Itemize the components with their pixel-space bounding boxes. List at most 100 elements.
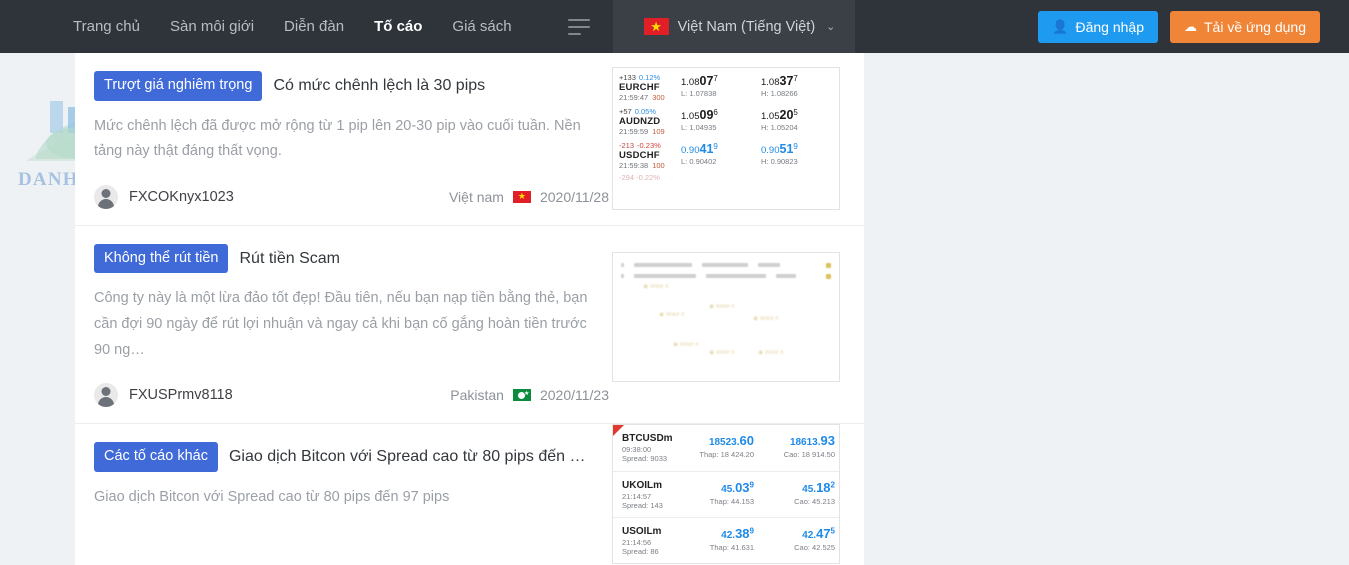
complaint-title[interactable]: Rút tiền Scam xyxy=(239,250,339,268)
site-header: Trang chủ Sàn môi giới Diễn đàn Tố cáo G… xyxy=(0,0,1349,53)
symbol-low: Thap: 41.631 xyxy=(709,542,754,552)
blurred-table-image: ◉ WikiFX ◉ WikiFX ◉ WikiFX ◉ WikiFX ◉ Wi… xyxy=(613,253,839,356)
language-selector[interactable]: ★ Việt Nam (Tiếng Việt) ⌄ xyxy=(612,0,856,53)
watermark-chip: ◉ WikiFX xyxy=(709,349,735,356)
complaints-panel: Trượt giá nghiêm trọng Có mức chênh lệch… xyxy=(75,53,864,565)
quote-ask: 1.05205 xyxy=(761,108,798,123)
page-body: DANHGIASAN.COM Trượt giá nghiêm trọng Có… xyxy=(0,53,1349,565)
complaint-meta: FXUSPrmv8118 Pakistan ★ 2020/11/23 xyxy=(94,383,609,408)
symbol-low: Thap: 44.153 xyxy=(709,496,754,506)
quote-row: -213 -0.23% USDCHF 21:59:38 100 0.90419 L:… xyxy=(619,139,833,173)
pakistan-flag-icon: ★ xyxy=(512,389,531,402)
complaint-title[interactable]: Có mức chênh lệch là 30 pips xyxy=(273,77,485,95)
symbol-prices: 45.039 45.182 Thap: 44.153 Cao: 45.213 xyxy=(680,480,835,506)
symbol-high: Cao: 45.213 xyxy=(794,496,835,506)
complaint-tag[interactable]: Không thể rút tiền xyxy=(94,243,229,274)
quote-low: L: 1.04935 xyxy=(681,123,717,133)
complaint-card[interactable]: Trượt giá nghiêm trọng Có mức chênh lệch… xyxy=(75,53,864,226)
quote-bid: 1.05096 xyxy=(681,108,718,123)
symbol-ask: 42.475 xyxy=(802,525,835,541)
nav-item-dien-dan[interactable]: Diễn đàn xyxy=(284,19,344,34)
complaint-title-row: Các tố cáo khác Giao dịch Bitcon với Spr… xyxy=(94,442,609,472)
complaint-date: 2020/11/23 xyxy=(539,387,609,404)
complaint-country: Việt nam xyxy=(448,188,504,205)
symbol-ask: 18613.93 xyxy=(789,433,835,449)
user-icon: 👤 xyxy=(1052,19,1069,34)
complaint-title[interactable]: Giao dịch Bitcon với Spread cao từ 80 pi… xyxy=(229,448,586,466)
quote-bid: 0.90419 xyxy=(681,142,718,157)
watermark-chip: ◉ WikiFX xyxy=(709,303,735,310)
nav-item-gia-sach[interactable]: Giá sách xyxy=(452,19,511,34)
quote-high: H: 1.05204 xyxy=(761,123,798,133)
avatar xyxy=(94,184,118,209)
complaint-date: 2020/11/28 xyxy=(539,188,609,205)
quote-row: +57 0.05% AUDNZD 21:59:59 109 1.05096 L: 1… xyxy=(619,105,833,139)
hamburger-icon[interactable] xyxy=(567,14,594,40)
quotes-table: +133 0.12% EURCHF 21:59:47 300 1.08077 L: … xyxy=(613,68,839,182)
quote-prices: 0.90419 L: 0.90402 0.90519 H: 0.90823 xyxy=(681,142,831,166)
complaint-meta-right: Pakistan ★ 2020/11/23 xyxy=(450,387,609,403)
symbol-ask: 45.182 xyxy=(802,479,835,495)
symbol-prices: 42.389 42.475 Thap: 41.631 Cao: 42.525 xyxy=(680,526,835,552)
complaint-thumbnail[interactable]: ◉ WikiFX ◉ WikiFX ◉ WikiFX ◉ WikiFX ◉ Wi… xyxy=(612,251,840,382)
quote-low: L: 0.90402 xyxy=(681,157,717,167)
download-app-button-label: Tải về ứng dụng xyxy=(1204,18,1306,35)
symbol-high: Cao: 42.525 xyxy=(794,542,835,552)
login-button-label: Đăng nhập xyxy=(1075,18,1144,35)
watermark-chip: ◉ WikiFX xyxy=(659,311,685,318)
header-spacer xyxy=(855,0,1038,53)
complaint-excerpt: Mức chênh lệch đã được mở rộng từ 1 pip … xyxy=(94,117,581,160)
quote-ask: 1.08377 xyxy=(761,74,798,89)
nav-item-to-cao[interactable]: Tố cáo xyxy=(374,19,422,34)
symbol-row: USOILm 21:14:56 Spread: 86 42.389 42.475… xyxy=(613,518,839,563)
symbol-high: Cao: 18 914.50 xyxy=(783,450,835,460)
complaint-meta: FXCOKnyx1023 Việt nam ★ 2020/11/28 xyxy=(94,184,609,209)
complaint-excerpt: Giao dịch Bitcon với Spread cao từ 80 pi… xyxy=(94,488,450,505)
watermark-chip: ◉ WikiFX xyxy=(643,283,669,290)
quote-high: H: 1.08266 xyxy=(761,89,798,99)
quote-prices: 1.05096 L: 1.04935 1.05205 H: 1.05204 xyxy=(681,108,831,132)
complaint-content: Trượt giá nghiêm trọng Có mức chênh lệch… xyxy=(94,71,609,209)
complaint-thumbnail[interactable]: BTCUSDm 09:38:00 Spread: 9033 18523.60 1… xyxy=(612,424,840,565)
complaint-tag[interactable]: Trượt giá nghiêm trọng xyxy=(94,71,263,101)
complaint-tag[interactable]: Các tố cáo khác xyxy=(94,442,218,472)
complaint-excerpt: Công ty này là một lừa đảo tốt đẹp! Đầu … xyxy=(94,290,588,358)
download-app-button[interactable]: ☁ Tải về ứng dụng xyxy=(1170,10,1320,43)
quote-row: +133 0.12% EURCHF 21:59:47 300 1.08077 L: … xyxy=(619,71,833,105)
symbol-bid: 18523.60 xyxy=(708,433,754,449)
complaint-username[interactable]: FXCOKnyx1023 xyxy=(129,189,234,205)
symbol-row: BTCUSDm 09:38:00 Spread: 9033 18523.60 1… xyxy=(613,425,839,472)
complaint-country: Pakistan xyxy=(450,387,504,404)
complaint-title-row: Trượt giá nghiêm trọng Có mức chênh lệch… xyxy=(94,71,609,101)
vietnam-flag-icon: ★ xyxy=(643,18,669,35)
complaint-thumbnail[interactable]: +133 0.12% EURCHF 21:59:47 300 1.08077 L: … xyxy=(612,67,840,210)
quote-prices: 1.08077 L: 1.07838 1.08377 H: 1.08266 xyxy=(681,74,831,98)
login-button[interactable]: 👤 Đăng nhập xyxy=(1038,10,1158,43)
complaint-username[interactable]: FXUSPrmv8118 xyxy=(129,387,233,403)
main-navigation: Trang chủ Sàn môi giới Diễn đàn Tố cáo G… xyxy=(0,0,594,53)
vietnam-flag-icon: ★ xyxy=(512,190,531,203)
watermark-chip: ◉ WikiFX xyxy=(753,315,779,322)
symbol-low: Thap: 18 424.20 xyxy=(699,450,754,460)
quote-ask: 0.90519 xyxy=(761,142,798,157)
quote-row-clipped: -294 -0.22% xyxy=(619,173,660,182)
watermark-chip: ◉ WikiFX xyxy=(673,341,699,348)
complaint-card[interactable]: Các tố cáo khác Giao dịch Bitcon với Spr… xyxy=(75,424,864,565)
quote-low: L: 1.07838 xyxy=(681,89,717,99)
complaint-card[interactable]: Không thể rút tiền Rút tiền Scam Công ty… xyxy=(75,226,864,425)
cloud-download-icon: ☁ xyxy=(1184,19,1197,34)
complaint-title-row: Không thể rút tiền Rút tiền Scam xyxy=(94,243,609,274)
complaint-content: Không thể rút tiền Rút tiền Scam Công ty… xyxy=(94,243,609,408)
quote-high: H: 0.90823 xyxy=(761,157,798,167)
language-label: Việt Nam (Tiếng Việt) xyxy=(677,18,816,35)
symbol-row: UKOILm 21:14:57 Spread: 143 45.039 45.18… xyxy=(613,472,839,518)
nav-item-san-moi-gioi[interactable]: Sàn môi giới xyxy=(170,19,254,34)
nav-item-trang-chu[interactable]: Trang chủ xyxy=(73,19,140,34)
quote-bid: 1.08077 xyxy=(681,74,718,89)
complaint-meta-right: Việt nam ★ 2020/11/28 xyxy=(449,189,609,205)
complaint-content: Các tố cáo khác Giao dịch Bitcon với Spr… xyxy=(94,442,609,565)
symbol-bid: 45.039 xyxy=(721,479,754,495)
avatar xyxy=(94,383,118,408)
symbol-prices: 18523.60 18613.93 Thap: 18 424.20 Cao: 1… xyxy=(680,433,835,459)
symbol-bid: 42.389 xyxy=(721,525,754,541)
